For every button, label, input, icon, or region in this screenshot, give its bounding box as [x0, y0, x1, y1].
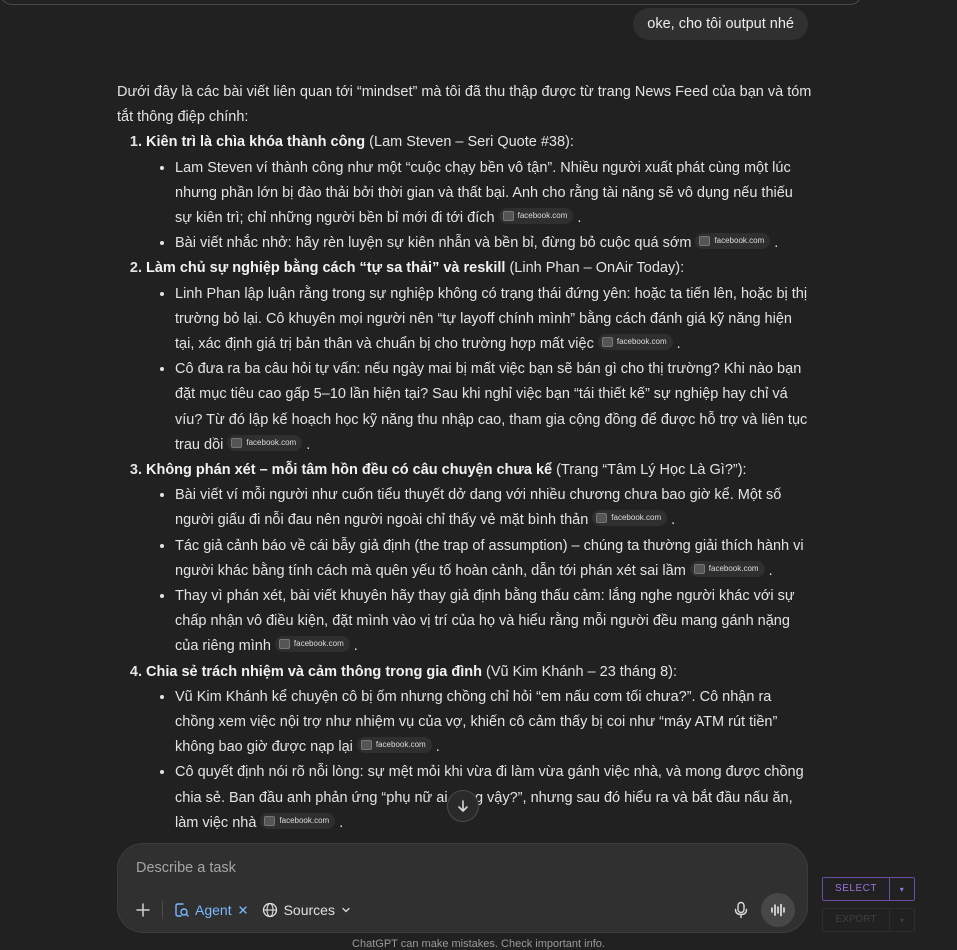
task-input[interactable]: Describe a task: [136, 860, 236, 876]
citation-label: facebook.com: [714, 236, 765, 246]
select-label: SELECT: [823, 878, 890, 900]
citation-chip[interactable]: facebook.com: [227, 434, 303, 451]
favicon-icon: [596, 513, 608, 524]
composer[interactable]: Describe a task Agent Sources: [117, 843, 808, 933]
post-bullets: Linh Phan lập luận rằng trong sự nghiệp …: [146, 282, 812, 458]
citation-label: facebook.com: [517, 211, 568, 221]
bullet-point: Tác giả cảnh báo về cái bẫy giả định (th…: [175, 534, 812, 584]
post-source: (Trang “Tâm Lý Học Là Gì?”):: [552, 462, 747, 479]
sources-dropdown[interactable]: Sources: [262, 902, 351, 918]
bullet-point: Vũ Kim Khánh kể chuyện cô bị ốm nhưng ch…: [175, 685, 812, 761]
disclaimer-footer: ChatGPT can make mistakes. Check importa…: [352, 938, 605, 950]
post-bullets: Bài viết ví mỗi người như cuốn tiểu thuy…: [146, 483, 812, 659]
bullet-point: Bài viết ví mỗi người như cuốn tiểu thuy…: [175, 483, 812, 533]
response-intro: Dưới đây là các bài viết liên quan tới “…: [117, 84, 812, 126]
bullet-text: Thay vì phán xét, bài viết khuyên hãy th…: [175, 588, 795, 655]
bullet-point: Lam Steven ví thành công như một “cuộc c…: [175, 156, 812, 232]
post-title: Chia sẻ trách nhiệm và cảm thông trong g…: [146, 663, 482, 680]
assistant-response: Dưới đây là các bài viết liên quan tới “…: [117, 80, 812, 836]
waveform-icon: [771, 903, 785, 917]
agent-icon: [175, 903, 189, 917]
citation-label: facebook.com: [293, 639, 344, 649]
bullet-text: Bài viết nhắc nhở: hãy rèn luyện sự kiên…: [175, 235, 692, 252]
favicon-icon: [231, 437, 243, 448]
post-summary-item: Chia sẻ trách nhiệm và cảm thông trong g…: [146, 660, 812, 836]
bullet-text: Bài viết ví mỗi người như cuốn tiểu thuy…: [175, 487, 782, 529]
arrow-down-icon: [458, 800, 468, 812]
citation-chip[interactable]: facebook.com: [260, 812, 336, 829]
favicon-icon: [693, 563, 705, 574]
voice-mode-button[interactable]: [761, 893, 795, 927]
bullet-text: Linh Phan lập luận rằng trong sự nghiệp …: [175, 285, 808, 353]
favicon-icon: [278, 639, 290, 650]
bullet-point: Cô đưa ra ba câu hỏi tự vấn: nếu ngày ma…: [175, 357, 812, 458]
citation-chip[interactable]: facebook.com: [597, 334, 673, 351]
post-title: Làm chủ sự nghiệp bằng cách “tự sa thải”…: [146, 260, 506, 277]
composer-toolbar: Agent Sources: [130, 893, 795, 927]
citation-label: facebook.com: [279, 815, 330, 825]
close-icon[interactable]: [238, 905, 248, 915]
user-message-bubble: oke, cho tôi output nhé: [633, 8, 808, 40]
post-summary-item: Kiên trì là chìa khóa thành công (Lam St…: [146, 130, 812, 256]
post-bullets: Lam Steven ví thành công như một “cuộc c…: [146, 156, 812, 257]
favicon-icon: [502, 211, 514, 222]
bullet-point: Thay vì phán xét, bài viết khuyên hãy th…: [175, 584, 812, 660]
bullet-point: Linh Phan lập luận rằng trong sự nghiệp …: [175, 282, 812, 358]
bullet-text: Lam Steven ví thành công như một “cuộc c…: [175, 159, 793, 227]
post-source: (Linh Phan – OnAir Today):: [505, 260, 685, 277]
citation-label: facebook.com: [375, 740, 426, 750]
toolbar-divider: [162, 901, 163, 919]
post-summary-item: Làm chủ sự nghiệp bằng cách “tự sa thải”…: [146, 256, 812, 458]
citation-chip[interactable]: facebook.com: [592, 510, 668, 527]
agent-label: Agent: [195, 902, 232, 918]
favicon-icon: [699, 236, 711, 247]
post-title: Kiên trì là chìa khóa thành công: [146, 134, 366, 151]
add-attachment-button[interactable]: [130, 897, 156, 923]
citation-label: facebook.com: [708, 563, 759, 573]
bullet-point: Bài viết nhắc nhở: hãy rèn luyện sự kiên…: [175, 231, 812, 256]
window-top-edge: [0, 0, 862, 5]
mindset-post-list: Kiên trì là chìa khóa thành công (Lam St…: [117, 130, 812, 836]
post-summary-item: Không phán xét – mỗi tâm hồn đều có câu …: [146, 458, 812, 660]
select-overlay-button[interactable]: SELECT ▾: [822, 877, 915, 901]
post-source: (Lam Steven – Seri Quote #38):: [365, 134, 574, 151]
citation-label: facebook.com: [611, 513, 662, 523]
caret-down-icon[interactable]: ▾: [890, 916, 914, 925]
microphone-icon: [734, 901, 748, 919]
favicon-icon: [360, 740, 372, 751]
globe-icon: [262, 902, 277, 918]
bullet-text: Vũ Kim Khánh kể chuyện cô bị ốm nhưng ch…: [175, 688, 778, 756]
citation-chip[interactable]: facebook.com: [498, 208, 574, 225]
post-bullets: Vũ Kim Khánh kể chuyện cô bị ốm nhưng ch…: [146, 685, 812, 836]
citation-label: facebook.com: [246, 437, 297, 447]
post-source: (Vũ Kim Khánh – 23 tháng 8):: [481, 663, 678, 680]
post-title: Không phán xét – mỗi tâm hồn đều có câu …: [146, 462, 553, 479]
export-overlay-button[interactable]: EXPORT ▾: [822, 908, 915, 932]
composer-right-tools: [733, 893, 795, 927]
caret-down-icon[interactable]: ▾: [890, 885, 914, 894]
sources-label: Sources: [283, 902, 335, 918]
citation-chip[interactable]: facebook.com: [689, 560, 765, 577]
favicon-icon: [264, 815, 276, 826]
plus-icon: [136, 903, 150, 917]
citation-chip[interactable]: facebook.com: [695, 233, 771, 250]
citation-chip[interactable]: facebook.com: [356, 737, 432, 754]
bullet-point: Cô quyết định nói rõ nỗi lòng: sự mệt mỏ…: [175, 760, 812, 836]
citation-label: facebook.com: [616, 337, 667, 347]
chevron-down-icon: [342, 907, 350, 913]
dictate-button[interactable]: [733, 901, 749, 919]
agent-mode-pill[interactable]: Agent: [173, 902, 248, 918]
export-label: EXPORT: [823, 909, 890, 931]
favicon-icon: [601, 337, 613, 348]
scroll-down-button[interactable]: [447, 790, 479, 822]
citation-chip[interactable]: facebook.com: [274, 636, 350, 653]
